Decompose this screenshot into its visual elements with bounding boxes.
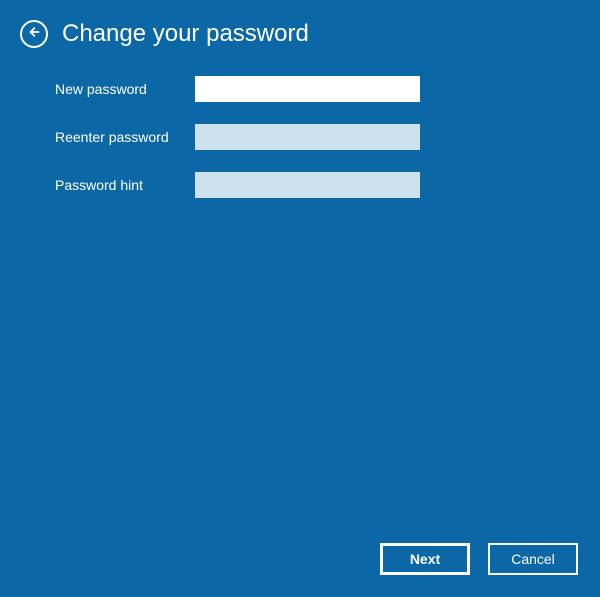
arrow-left-icon	[27, 25, 41, 44]
reenter-password-row: Reenter password	[55, 124, 600, 150]
footer: Next Cancel	[380, 543, 578, 575]
reenter-password-label: Reenter password	[55, 129, 195, 145]
cancel-button[interactable]: Cancel	[488, 543, 578, 575]
new-password-label: New password	[55, 81, 195, 97]
header: Change your password	[0, 0, 600, 48]
new-password-input[interactable]	[195, 76, 420, 102]
next-button[interactable]: Next	[380, 543, 470, 575]
password-hint-row: Password hint	[55, 172, 600, 198]
new-password-row: New password	[55, 76, 600, 102]
back-button[interactable]	[20, 20, 48, 48]
password-form: New password Reenter password Password h…	[0, 48, 600, 198]
password-hint-input[interactable]	[195, 172, 420, 198]
password-hint-label: Password hint	[55, 177, 195, 193]
page-title: Change your password	[62, 20, 309, 48]
reenter-password-input[interactable]	[195, 124, 420, 150]
